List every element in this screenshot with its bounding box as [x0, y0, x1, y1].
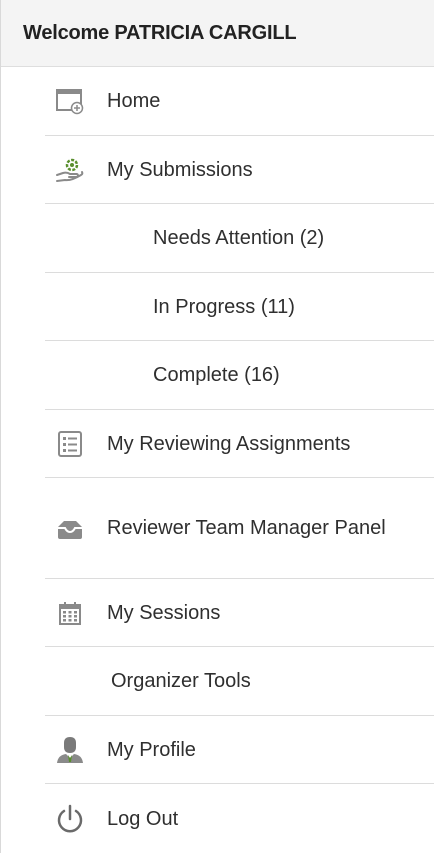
nav-item-complete[interactable]: Complete (16) — [45, 341, 434, 410]
nav-item-my-submissions[interactable]: My Submissions — [45, 136, 434, 204]
nav-item-in-progress[interactable]: In Progress (11) — [45, 273, 434, 341]
nav-item-log-out-label: Log Out — [107, 807, 179, 830]
nav-item-my-profile-label: My Profile — [107, 738, 196, 761]
nav-menu: Home My Submissions Needs Attention (2) … — [45, 67, 434, 853]
nav-item-needs-attention[interactable]: Needs Attention (2) — [45, 204, 434, 273]
nav-item-my-reviewing-assignments[interactable]: My Reviewing Assignments — [45, 410, 434, 478]
hand-gear-icon — [53, 153, 87, 187]
nav-item-in-progress-label: In Progress (11) — [153, 295, 295, 318]
welcome-header: Welcome PATRICIA CARGILL — [1, 0, 434, 67]
nav-item-organizer-tools-label: Organizer Tools — [111, 670, 251, 692]
nav-item-reviewer-team-manager-panel-label: Reviewer Team Manager Panel — [107, 517, 386, 539]
checklist-icon — [53, 427, 87, 461]
nav-item-my-reviewing-assignments-label: My Reviewing Assignments — [107, 432, 351, 455]
sidebar-nav: Welcome PATRICIA CARGILL Home My Submiss… — [0, 0, 434, 853]
nav-item-my-submissions-label: My Submissions — [107, 158, 253, 181]
nav-item-home-label: Home — [107, 90, 161, 112]
nav-item-home[interactable]: Home — [45, 67, 434, 136]
nav-item-organizer-tools[interactable]: Organizer Tools — [45, 647, 434, 716]
nav-item-reviewer-team-manager-panel[interactable]: Reviewer Team Manager Panel — [45, 478, 434, 579]
home-window-icon — [53, 84, 87, 118]
nav-item-my-sessions[interactable]: My Sessions — [45, 579, 434, 647]
nav-item-log-out[interactable]: Log Out — [45, 784, 434, 853]
inbox-tray-icon — [53, 511, 87, 545]
nav-item-my-profile[interactable]: My Profile — [45, 716, 434, 784]
welcome-text: Welcome PATRICIA CARGILL — [23, 21, 297, 44]
power-icon — [53, 802, 87, 836]
calendar-icon — [53, 596, 87, 630]
nav-item-needs-attention-label: Needs Attention (2) — [153, 227, 325, 249]
nav-item-complete-label: Complete (16) — [153, 364, 280, 386]
nav-item-my-sessions-label: My Sessions — [107, 601, 221, 624]
user-icon — [53, 733, 87, 767]
